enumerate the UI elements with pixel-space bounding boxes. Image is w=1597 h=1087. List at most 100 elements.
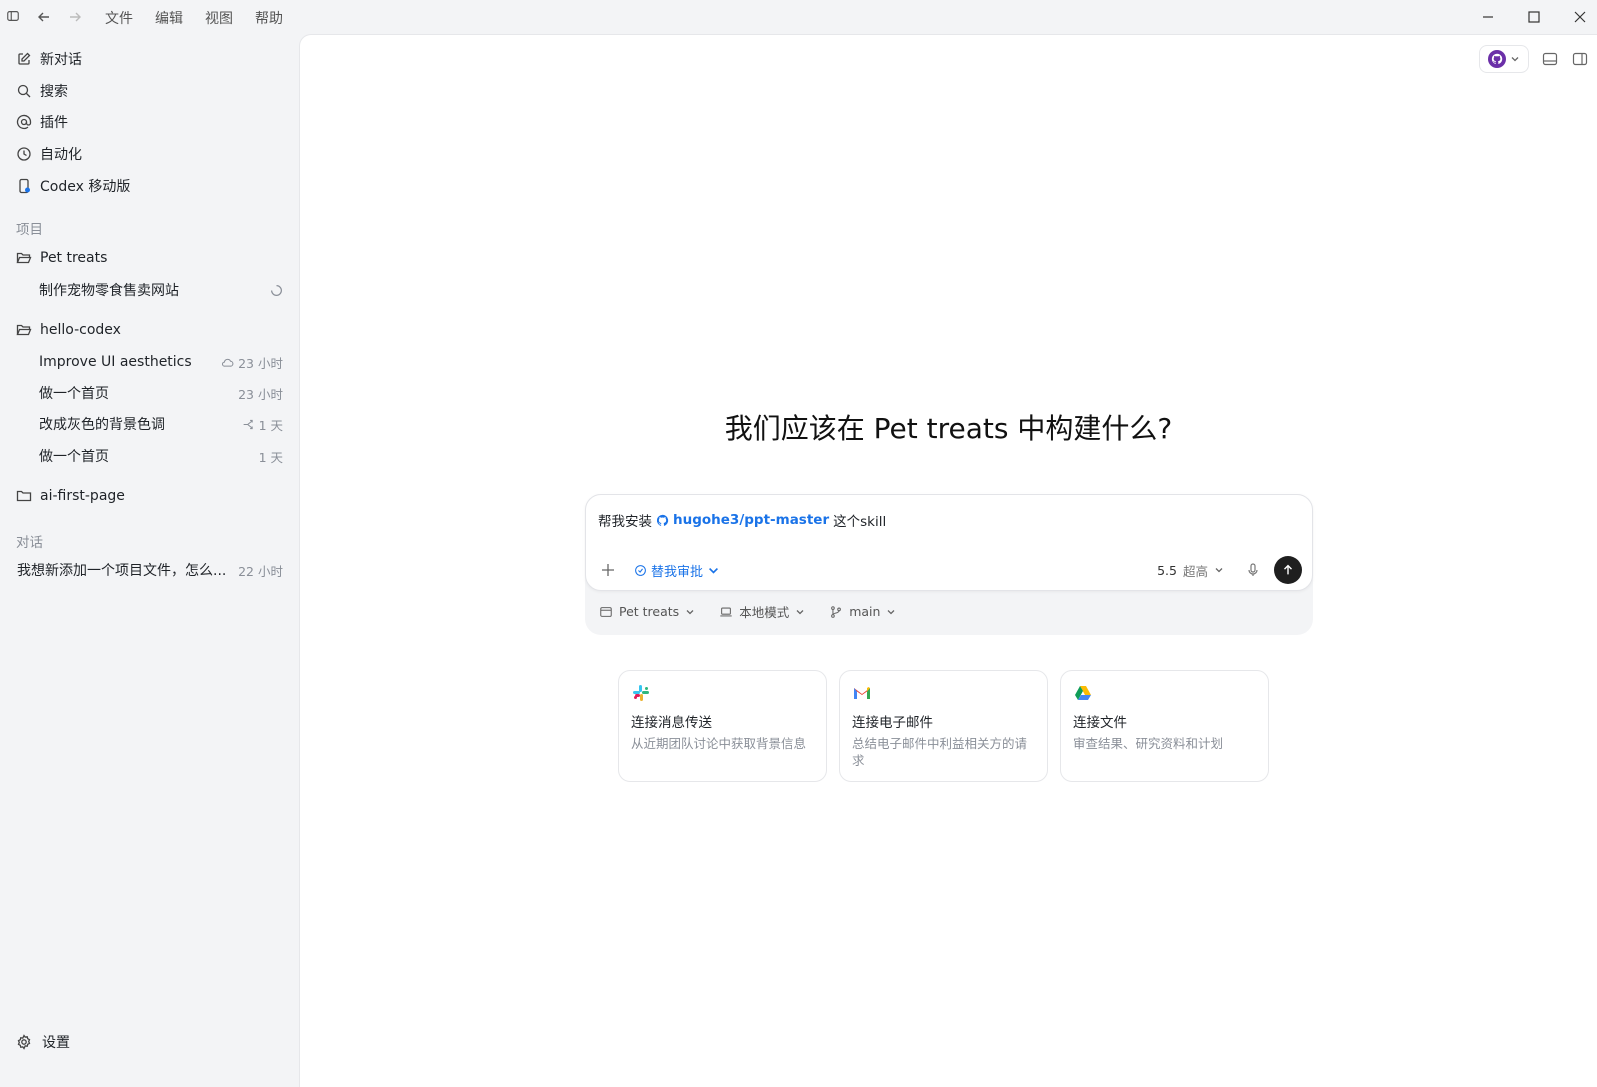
project-name: ai-first-page <box>40 488 125 504</box>
card-description: 从近期团队讨论中获取背景信息 <box>631 736 807 751</box>
mode-selector[interactable]: 本地模式 <box>719 602 805 621</box>
nav-label: 新对话 <box>40 52 82 68</box>
composer-toolbar: 替我审批 5.5 超高 <box>596 556 1302 584</box>
composer-suffix: 这个skill <box>833 514 887 530</box>
chevron-down-icon <box>796 609 804 614</box>
github-icon <box>1488 50 1506 68</box>
composer-footer: Pet treats 本地模式 main <box>599 602 896 621</box>
microphone-icon[interactable] <box>1244 561 1262 579</box>
main-panel: 我们应该在 Pet treats 中构建什么? 帮我安装 hugohe3/ppt… <box>299 34 1597 1087</box>
card-connect-messaging[interactable]: 连接消息传送 从近期团队讨论中获取背景信息 <box>618 670 827 782</box>
project-selector[interactable]: Pet treats <box>599 604 695 619</box>
menu-help[interactable]: 帮助 <box>255 8 283 28</box>
menu-file[interactable]: 文件 <box>105 8 133 28</box>
mode-label: 本地模式 <box>739 605 790 620</box>
thread-title: 做一个首页 <box>39 449 109 465</box>
card-connect-email[interactable]: 连接电子邮件 总结电子邮件中利益相关方的请求 <box>839 670 1048 782</box>
branch-selector[interactable]: main <box>829 604 896 619</box>
close-button[interactable] <box>1570 7 1590 27</box>
chevron-down-icon <box>1511 57 1519 62</box>
back-arrow-icon[interactable] <box>36 9 52 25</box>
terminal-panel-icon[interactable] <box>1541 50 1559 68</box>
thread-meta: 1 天 <box>242 415 283 434</box>
card-connect-files[interactable]: 连接文件 审查结果、研究资料和计划 <box>1060 670 1269 782</box>
gear-icon <box>17 1034 31 1050</box>
send-button[interactable] <box>1274 556 1302 584</box>
project-hello-codex[interactable]: hello-codex <box>16 318 121 342</box>
arrow-up-icon <box>1284 564 1292 575</box>
repo-name: hugohe3/ppt-master <box>673 512 830 528</box>
chevron-down-icon <box>686 609 694 614</box>
project-icon <box>600 606 612 617</box>
composer-input[interactable]: 帮我安装 hugohe3/ppt-master 这个skill <box>598 510 886 530</box>
thread-item[interactable]: 改成灰色的背景色调 1 天 <box>39 412 283 436</box>
loading-spinner-icon <box>271 284 282 296</box>
thread-meta: 22 小时 <box>238 561 283 580</box>
nav-automation[interactable]: 自动化 <box>16 142 82 166</box>
title-bar: 文件 编辑 视图 帮助 <box>0 0 1597 34</box>
composer-container: 帮我安装 hugohe3/ppt-master 这个skill 替我审批 5.5… <box>585 494 1313 635</box>
nav-label: Codex 移动版 <box>40 179 131 195</box>
thread-meta: 23 小时 <box>221 353 283 372</box>
nav-label: 搜索 <box>40 84 68 100</box>
composer[interactable]: 帮我安装 hugohe3/ppt-master 这个skill 替我审批 5.5… <box>585 494 1313 591</box>
thread-item[interactable]: 做一个首页 1 天 <box>39 444 283 468</box>
thread-meta: 23 小时 <box>238 384 283 403</box>
project-name: Pet treats <box>40 250 108 266</box>
thread-time: 23 小时 <box>238 355 283 371</box>
nav-search[interactable]: 搜索 <box>16 79 68 103</box>
thread-time: 23 小时 <box>238 386 283 402</box>
conversation-title: 我想新添加一个项目文件，怎么... <box>17 563 227 579</box>
github-icon <box>656 514 669 526</box>
thread-item[interactable]: Improve UI aesthetics 23 小时 <box>39 350 283 374</box>
git-branch-icon <box>831 605 842 618</box>
thread-meta <box>270 284 283 297</box>
maximize-button[interactable] <box>1524 7 1544 27</box>
project-name: hello-codex <box>40 322 121 338</box>
card-title: 连接文件 <box>1073 715 1127 731</box>
thread-title: Improve UI aesthetics <box>39 354 192 370</box>
card-description: 总结电子邮件中利益相关方的请求 <box>852 736 1028 768</box>
conversation-item[interactable]: 我想新添加一个项目文件，怎么... 22 小时 <box>17 558 283 582</box>
model-version: 5.5 <box>1157 562 1177 578</box>
phone-icon <box>19 178 30 194</box>
sidebar-toggle-icon[interactable] <box>6 9 22 25</box>
slack-icon <box>633 685 649 701</box>
cloud-icon <box>222 358 234 367</box>
model-selector[interactable]: 5.5 超高 <box>1157 561 1224 580</box>
connector-cards: 连接消息传送 从近期团队讨论中获取背景信息 连接电子邮件 总结电子邮件中利益相关… <box>618 670 1269 782</box>
settings-button[interactable]: 设置 <box>16 1030 70 1054</box>
approval-label: 替我审批 <box>651 564 704 580</box>
conversation-time: 22 小时 <box>238 563 283 579</box>
card-title: 连接消息传送 <box>631 715 712 731</box>
project-name: Pet treats <box>619 604 680 619</box>
folder-open-icon <box>16 324 32 336</box>
chevron-down-icon <box>887 609 895 614</box>
nav-codex-mobile[interactable]: Codex 移动版 <box>16 174 130 198</box>
thread-item[interactable]: 做一个首页 23 小时 <box>39 381 283 405</box>
shield-icon <box>635 564 646 576</box>
repo-mention[interactable]: hugohe3/ppt-master <box>656 512 829 528</box>
menu-view[interactable]: 视图 <box>205 8 233 28</box>
account-selector[interactable] <box>1479 45 1529 73</box>
menu-edit[interactable]: 编辑 <box>155 8 183 28</box>
settings-label: 设置 <box>42 1035 70 1051</box>
page-headline: 我们应该在 Pet treats 中构建什么? <box>724 412 1173 445</box>
folder-icon <box>16 490 32 502</box>
menu-bar: 文件 编辑 视图 帮助 <box>105 8 283 28</box>
minimize-button[interactable] <box>1478 7 1498 27</box>
nav-new-chat[interactable]: 新对话 <box>16 47 82 71</box>
at-icon <box>16 114 32 130</box>
branch-icon <box>243 419 253 429</box>
project-pet-treats[interactable]: Pet treats <box>16 246 107 270</box>
laptop-icon <box>720 607 732 616</box>
nav-plugins[interactable]: 插件 <box>16 110 68 134</box>
approval-mode-selector[interactable]: 替我审批 <box>634 561 720 580</box>
project-ai-first-page[interactable]: ai-first-page <box>16 484 125 508</box>
thread-item[interactable]: 制作宠物零食售卖网站 <box>39 278 283 302</box>
forward-arrow-icon[interactable] <box>67 9 83 25</box>
add-attachment-button[interactable] <box>596 558 620 582</box>
chevron-down-icon <box>709 567 719 574</box>
side-panel-icon[interactable] <box>1571 50 1589 68</box>
chevron-down-icon <box>1215 568 1223 573</box>
